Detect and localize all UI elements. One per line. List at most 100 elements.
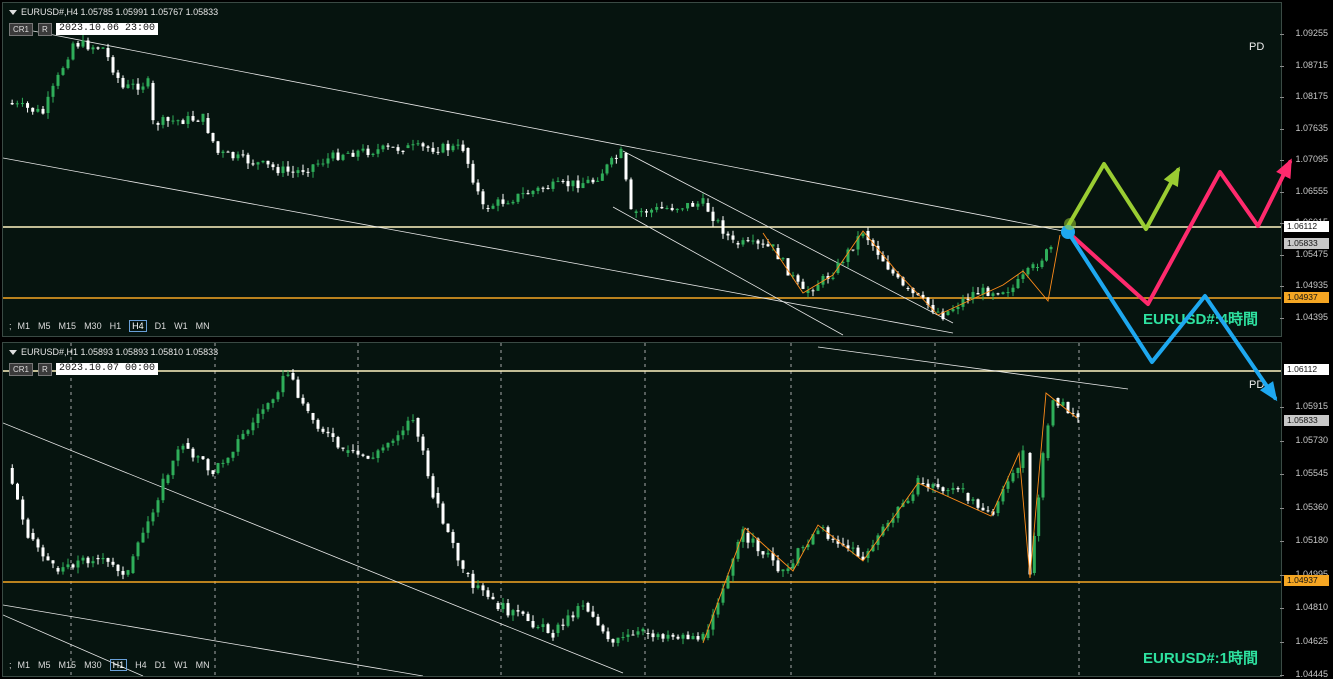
tf-button-h1[interactable]: H1 xyxy=(109,659,128,671)
tf-button-h4[interactable]: H4 xyxy=(129,320,147,332)
candle-body xyxy=(1011,473,1015,482)
price-axis-tick xyxy=(1280,191,1284,193)
candle-body xyxy=(501,603,505,610)
candle-body xyxy=(391,440,395,443)
candle-body xyxy=(411,144,415,146)
tf-button-m15[interactable]: M15 xyxy=(59,660,77,670)
tf-button-m15[interactable]: M15 xyxy=(59,321,77,331)
candle-body xyxy=(801,547,805,549)
candle-body xyxy=(761,243,765,245)
tf-button-m30[interactable]: M30 xyxy=(84,660,102,670)
h4-plot-area[interactable]: EURUSD#,H4 1.05785 1.05991 1.05767 1.058… xyxy=(2,2,1282,337)
tf-button-d1[interactable]: D1 xyxy=(155,321,167,331)
candle-body xyxy=(801,281,805,289)
tf-button-d1[interactable]: D1 xyxy=(155,660,167,670)
candle-body xyxy=(456,144,460,146)
tf-button-mn[interactable]: MN xyxy=(196,660,210,670)
candle-body xyxy=(571,615,575,618)
r-button[interactable]: R xyxy=(38,363,52,376)
trendline-channel-a xyxy=(622,150,954,324)
candle-body xyxy=(561,180,565,182)
candle-body xyxy=(386,145,390,147)
candle-body xyxy=(701,633,705,640)
cr1-button[interactable]: CR1 xyxy=(9,23,34,36)
candle-body xyxy=(316,163,320,165)
candle-body xyxy=(426,146,430,148)
tf-button-h4[interactable]: H4 xyxy=(135,660,147,670)
tf-button-m5[interactable]: M5 xyxy=(38,660,51,670)
candle-body xyxy=(556,180,560,182)
candle-body xyxy=(281,166,285,174)
current-price-tag: 1.05833 xyxy=(1284,238,1329,249)
candle-body xyxy=(791,563,795,569)
candle-body xyxy=(466,573,470,574)
price-axis-label: 1.06555 xyxy=(1295,185,1328,196)
candle-body xyxy=(216,463,220,473)
tf-button-w1[interactable]: W1 xyxy=(174,660,188,670)
candle-body xyxy=(761,551,765,555)
candle-body xyxy=(661,634,665,639)
candle-body xyxy=(681,634,685,639)
price-axis-tick xyxy=(1280,65,1284,67)
h1-plot-area[interactable]: EURUSD#,H1 1.05893 1.05893 1.05810 1.058… xyxy=(2,342,1282,677)
tf-button-w1[interactable]: W1 xyxy=(174,321,188,331)
candle-body xyxy=(171,460,175,476)
dropdown-triangle-icon[interactable] xyxy=(9,350,17,356)
candle-body xyxy=(786,568,790,571)
candle-body xyxy=(1046,425,1050,458)
candle-body xyxy=(191,116,195,121)
candle-body xyxy=(641,628,645,632)
candle-body xyxy=(906,500,910,504)
candle-body xyxy=(536,187,540,191)
candle-body xyxy=(131,83,135,85)
candle-body xyxy=(401,150,405,153)
tf-button-m1[interactable]: M1 xyxy=(18,321,31,331)
candle-body xyxy=(396,435,400,441)
candle-body xyxy=(191,448,195,458)
candle-body xyxy=(766,552,770,555)
r-button[interactable]: R xyxy=(38,23,52,36)
candle-body xyxy=(1028,453,1032,575)
candle-body xyxy=(226,457,230,463)
candle-body xyxy=(321,163,325,165)
candle-body xyxy=(526,613,530,622)
candle-body xyxy=(601,625,605,632)
candle-body xyxy=(446,523,450,533)
lower-level-tag: 1.04937 xyxy=(1284,292,1329,303)
tf-button-m1[interactable]: M1 xyxy=(18,660,31,670)
candle-body xyxy=(976,499,980,508)
candle-body xyxy=(936,484,940,488)
tf-button-m5[interactable]: M5 xyxy=(38,321,51,331)
candle-body xyxy=(706,203,710,212)
candle-body xyxy=(941,487,945,492)
candle-body xyxy=(621,636,625,638)
candle-body xyxy=(966,298,970,300)
tf-button-mn[interactable]: MN xyxy=(196,321,210,331)
candle-body xyxy=(236,439,240,452)
h1-header-text: EURUSD#,H1 1.05893 1.05893 1.05810 1.058… xyxy=(21,347,219,357)
candle-body xyxy=(361,454,365,456)
candle-body xyxy=(631,634,635,636)
tf-button-m30[interactable]: M30 xyxy=(84,321,102,331)
candle-body xyxy=(666,634,670,639)
candle-body xyxy=(241,433,245,440)
candle-body xyxy=(186,116,190,124)
dropdown-triangle-icon[interactable] xyxy=(9,10,17,16)
cr1-button[interactable]: CR1 xyxy=(9,363,34,376)
candle-body xyxy=(731,235,735,240)
price-axis-label: 1.05475 xyxy=(1295,248,1328,259)
candle-body xyxy=(566,181,570,187)
tf-button-h1[interactable]: H1 xyxy=(110,321,122,331)
price-axis-label: 1.08175 xyxy=(1295,91,1328,101)
candle-body xyxy=(456,542,460,561)
candle-body xyxy=(146,521,150,533)
candle-body xyxy=(20,103,24,105)
candle-body xyxy=(196,456,200,458)
candle-body xyxy=(246,430,250,434)
candle-body xyxy=(276,167,280,174)
candle-body xyxy=(651,633,655,638)
candle-body xyxy=(851,547,855,549)
h1-chart-header: EURUSD#,H1 1.05893 1.05893 1.05810 1.058… xyxy=(9,347,218,357)
candle-body xyxy=(1031,264,1035,269)
candle-body xyxy=(251,163,255,165)
